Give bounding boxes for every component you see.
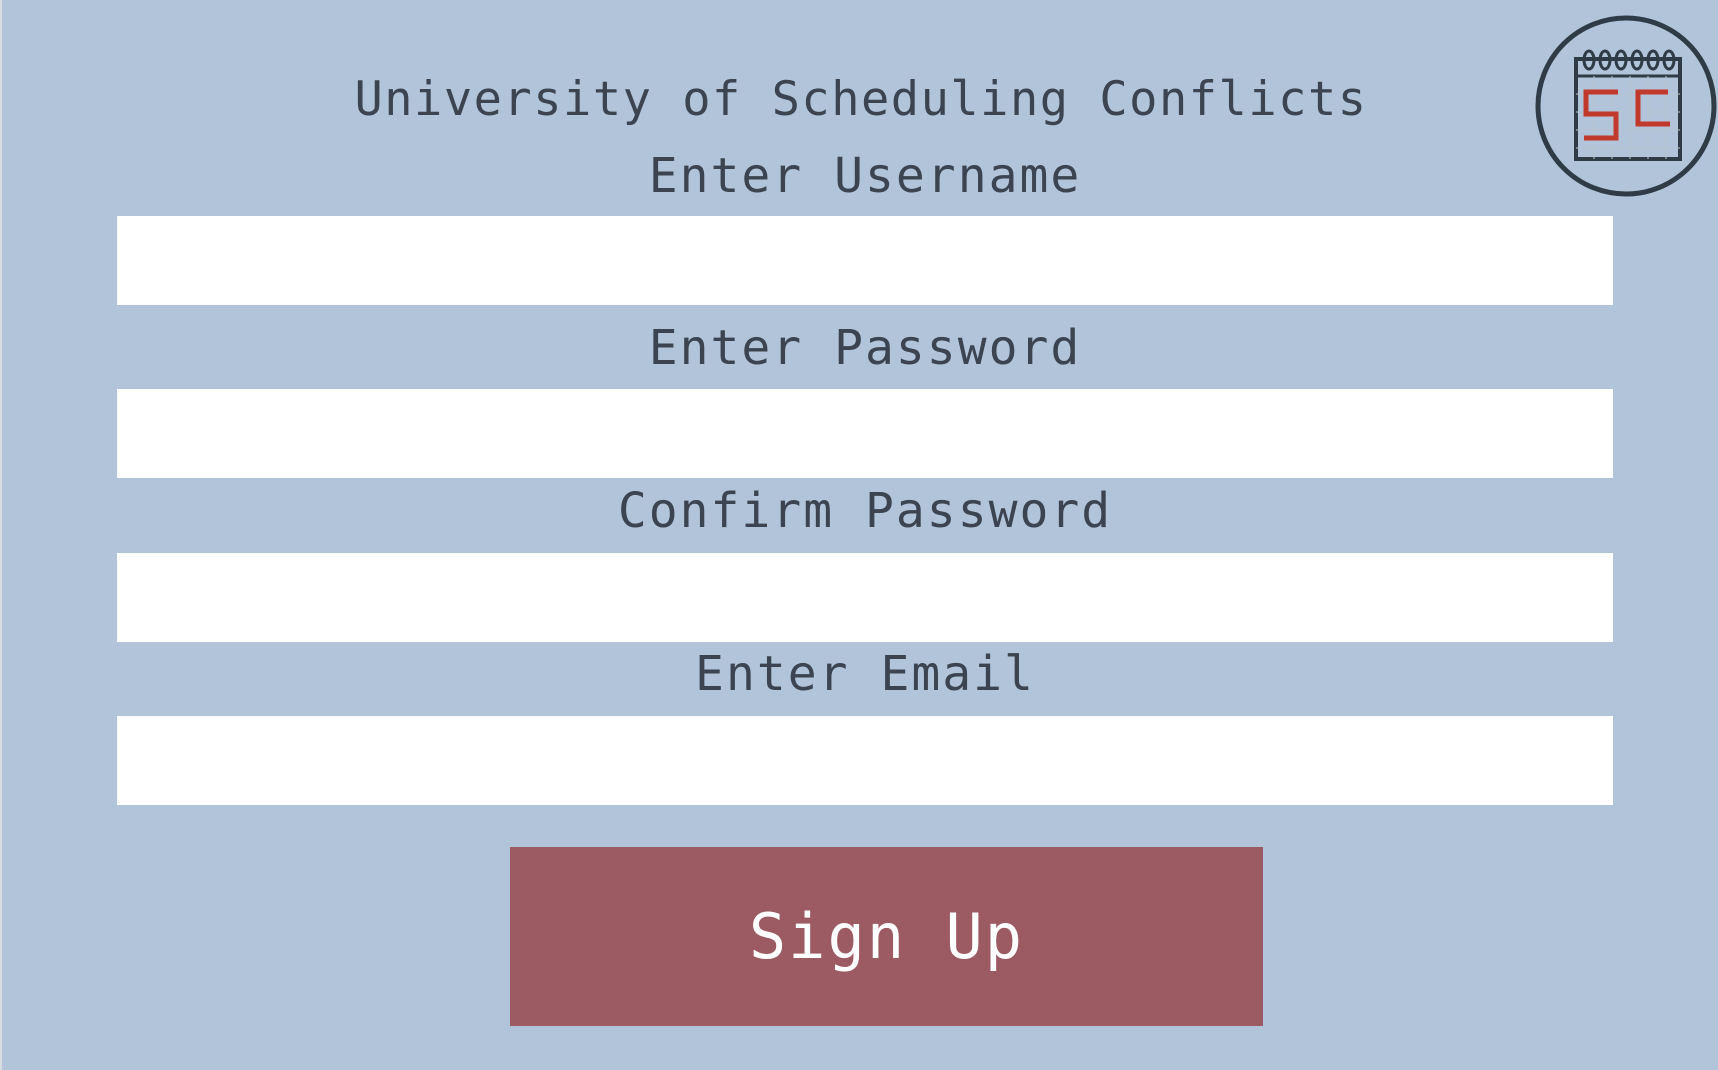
username-field[interactable]	[117, 216, 1613, 305]
confirm-password-label: Confirm Password	[617, 483, 1113, 539]
email-label: Enter Email	[695, 646, 1035, 702]
username-label: Enter Username	[648, 148, 1082, 204]
email-field[interactable]	[117, 716, 1613, 805]
page-title: University of Scheduling Conflicts	[354, 72, 1368, 127]
password-field[interactable]	[117, 389, 1613, 478]
signup-page: University of Scheduling Conflicts Enter…	[0, 0, 1718, 1070]
sign-up-button[interactable]: Sign Up	[510, 847, 1263, 1026]
confirm-password-field[interactable]	[117, 553, 1613, 642]
password-label: Enter Password	[648, 320, 1082, 376]
